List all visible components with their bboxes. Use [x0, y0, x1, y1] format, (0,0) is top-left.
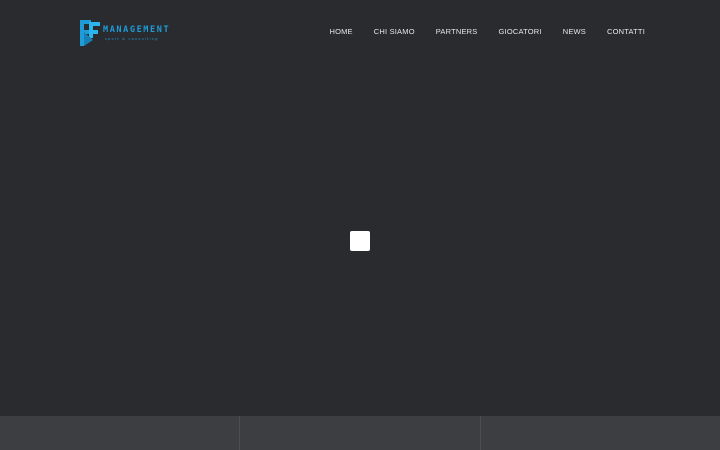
bottom-panels	[0, 416, 720, 450]
bottom-panel	[479, 416, 720, 450]
nav-chi-siamo[interactable]: CHI SIAMO	[374, 27, 415, 36]
site-logo[interactable]: MANAGEMENT sport & consulting	[79, 18, 179, 48]
site-header: MANAGEMENT sport & consulting HOME CHI S…	[0, 0, 720, 64]
bottom-panel	[0, 416, 240, 450]
main-nav: HOME CHI SIAMO PARTNERS GIOCATORI NEWS C…	[329, 27, 645, 36]
page: MANAGEMENT sport & consulting HOME CHI S…	[0, 0, 720, 450]
nav-news[interactable]: NEWS	[563, 27, 586, 36]
nav-partners[interactable]: PARTNERS	[436, 27, 478, 36]
nav-contatti[interactable]: CONTATTI	[607, 27, 645, 36]
loading-square-icon	[350, 231, 370, 251]
nav-giocatori[interactable]: GIOCATORI	[499, 27, 542, 36]
bottom-panel	[239, 416, 480, 450]
nav-home[interactable]: HOME	[329, 27, 352, 36]
logo-tagline: sport & consulting	[105, 37, 159, 41]
logo-mark-icon	[80, 20, 100, 46]
logo-wordmark: MANAGEMENT	[103, 25, 171, 35]
